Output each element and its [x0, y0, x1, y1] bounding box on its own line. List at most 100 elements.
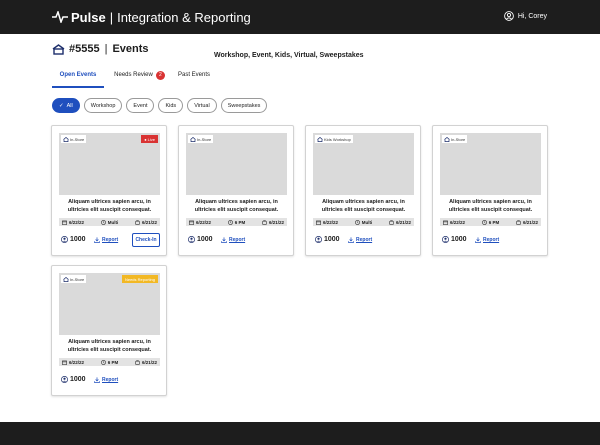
end-date: 6/21/22: [135, 220, 157, 225]
calendar-icon: [62, 360, 67, 365]
user-greeting: Hi, Corey: [517, 12, 547, 20]
attendee-count-value: 1000: [324, 236, 340, 243]
download-icon: [348, 237, 354, 243]
calendar-icon: [62, 220, 67, 225]
attendee-count-value: 1000: [451, 236, 467, 243]
start-date-value: 6/22/22: [450, 219, 466, 225]
user-menu[interactable]: Hi, Corey: [503, 11, 547, 21]
card-footer: 1000 Report: [186, 233, 287, 248]
store-icon: [52, 43, 65, 55]
start-date: 6/22/22: [189, 220, 211, 225]
page-header: #5555 | Events: [52, 43, 149, 55]
report-link[interactable]: Report: [221, 237, 245, 243]
status-label: Live: [147, 136, 155, 142]
tab-open-events[interactable]: Open Events: [52, 72, 104, 88]
calendar-icon: [443, 220, 448, 225]
store-icon: [190, 136, 196, 142]
calendar-end-icon: [516, 219, 521, 225]
store-icon: [63, 276, 69, 282]
card-footer: 1000 Report: [313, 233, 414, 248]
time-value: 6 PM: [488, 219, 500, 225]
needs-reporting-badge: Needs Reporting: [121, 275, 158, 283]
attendee-count: 1000: [61, 236, 86, 243]
store-icon: [317, 136, 323, 142]
card-footer: 1000 Report: [59, 373, 160, 388]
report-label: Report: [102, 237, 119, 243]
start-date-value: 6/22/22: [323, 219, 339, 225]
live-status-badge: ● Live: [141, 135, 158, 143]
event-type-tag: In-Store: [188, 135, 214, 143]
filter-chip-workshop[interactable]: Workshop: [83, 98, 123, 113]
chip-label: All: [66, 102, 73, 109]
event-card[interactable]: In-Store Aliquam ultrices sapien arcu, i…: [178, 125, 294, 256]
tab-needs-review[interactable]: Needs Review 2: [112, 71, 167, 88]
event-type-tag: In-Store: [442, 135, 468, 143]
tab-label: Past Events: [177, 72, 210, 78]
filter-chip-kids[interactable]: Kids: [158, 98, 184, 113]
review-count-badge: 2: [155, 71, 165, 80]
event-type-label: Kids Workshop: [324, 136, 351, 142]
time-value: 6 PM: [234, 219, 246, 225]
person-icon: [61, 376, 68, 383]
clock-icon: [354, 219, 360, 225]
event-time: Multi: [100, 220, 118, 225]
filter-chip-virtual[interactable]: Virtual: [187, 98, 217, 113]
report-link[interactable]: Report: [348, 237, 372, 243]
report-link[interactable]: Report: [94, 237, 118, 243]
start-date: 6/22/22: [62, 360, 84, 365]
start-date: 6/22/22: [443, 220, 465, 225]
event-card[interactable]: In-Store ● Live Aliquam ultrices sapien …: [51, 125, 167, 256]
chip-label: Virtual: [194, 102, 210, 109]
person-icon: [188, 236, 195, 243]
filter-chip-all[interactable]: ✓ All: [52, 98, 80, 113]
event-description: Aliquam ultrices sapien arcu, in ultrici…: [448, 199, 533, 213]
end-date-value: 6/21/22: [268, 219, 284, 225]
event-time: 6 PM: [227, 219, 246, 225]
event-card[interactable]: In-Store Needs Reporting Aliquam ultrice…: [51, 265, 167, 396]
check-in-button[interactable]: Check-In: [132, 233, 160, 247]
calendar-end-icon: [135, 219, 140, 225]
attendee-count: 1000: [315, 236, 340, 243]
end-date-value: 6/21/22: [141, 359, 157, 365]
tab-past-events[interactable]: Past Events: [174, 72, 214, 88]
calendar-icon: [316, 220, 321, 225]
filter-chip-sweepstakes[interactable]: Sweepstakes: [220, 98, 268, 113]
brand[interactable]: Pulse | Integration & Reporting: [52, 9, 251, 25]
page-subtitle: Workshop, Event, Kids, Virtual, Sweepsta…: [214, 52, 364, 59]
tab-label: Needs Review: [114, 72, 153, 78]
attendee-count-value: 1000: [70, 376, 86, 383]
attendee-count-value: 1000: [70, 236, 86, 243]
calendar-end-icon: [262, 219, 267, 225]
start-date: 6/22/22: [316, 220, 338, 225]
event-description: Aliquam ultrices sapien arcu, in ultrici…: [67, 339, 152, 353]
event-card[interactable]: Kids Workshop Aliquam ultrices sapien ar…: [305, 125, 421, 256]
end-date-value: 6/21/22: [395, 219, 411, 225]
chip-label: Sweepstakes: [227, 102, 261, 109]
attendee-count: 1000: [442, 236, 467, 243]
chip-label: Workshop: [90, 102, 116, 109]
event-card[interactable]: In-Store Aliquam ultrices sapien arcu, i…: [432, 125, 548, 256]
report-link[interactable]: Report: [94, 377, 118, 383]
attendee-count-value: 1000: [197, 236, 213, 243]
report-label: Report: [356, 237, 373, 243]
event-type-label: In-Store: [70, 276, 85, 282]
clock-icon: [100, 359, 106, 365]
check-icon: ✓: [59, 102, 64, 109]
store-icon: [444, 136, 450, 142]
app-title: Integration & Reporting: [117, 9, 251, 25]
event-meta: 6/22/22 6 PM 6/21/22: [440, 218, 541, 226]
event-type-label: In-Store: [197, 136, 212, 142]
chip-label: Kids: [165, 102, 177, 109]
event-meta: 6/22/22 Multi 6/21/22: [59, 218, 160, 226]
event-type-tag: In-Store: [61, 135, 87, 143]
time-value: 6 PM: [107, 359, 119, 365]
header-separator: |: [104, 43, 108, 55]
filter-chip-event[interactable]: Event: [126, 98, 155, 113]
event-number: #5555: [69, 43, 100, 55]
start-date-value: 6/22/22: [69, 219, 85, 225]
event-type-tag: In-Store: [61, 275, 87, 283]
report-link[interactable]: Report: [475, 237, 499, 243]
report-label: Report: [102, 377, 119, 383]
end-date: 6/21/22: [516, 220, 538, 225]
download-icon: [94, 237, 100, 243]
